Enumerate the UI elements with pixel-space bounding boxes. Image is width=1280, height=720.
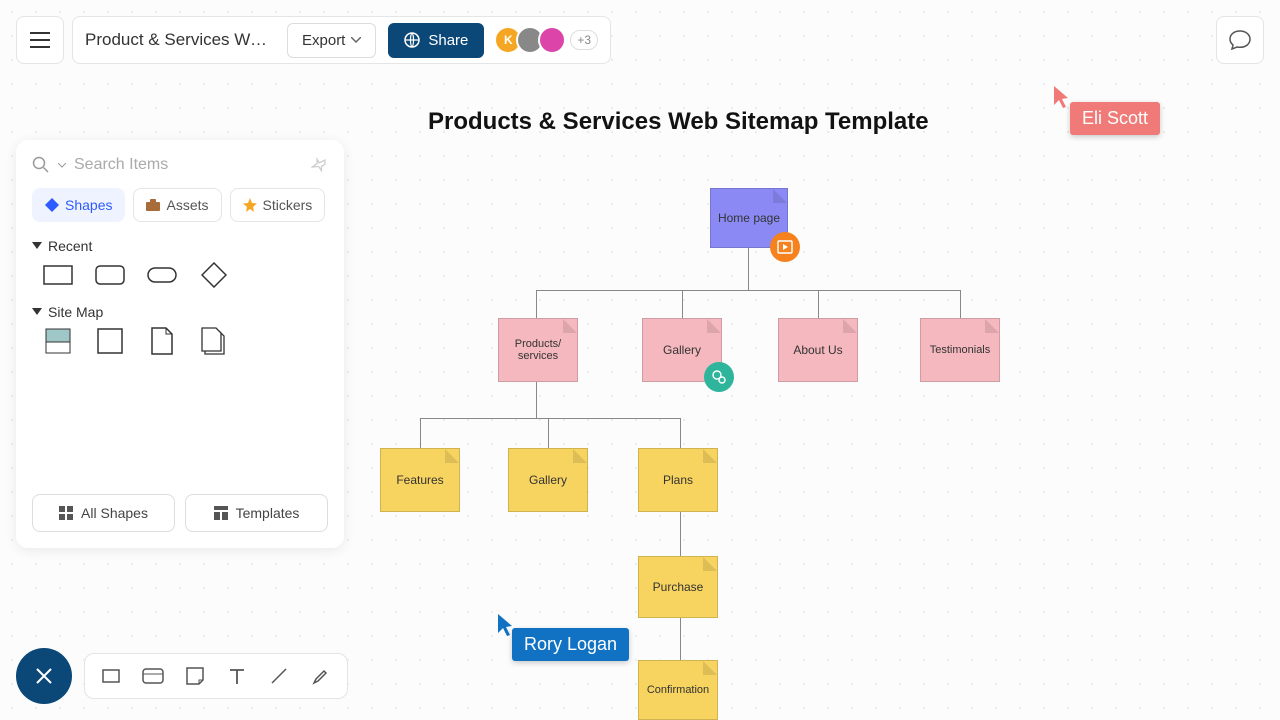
tab-stickers[interactable]: Stickers <box>230 188 326 222</box>
connector <box>818 290 819 318</box>
document-bar: Product & Services Web… Export Share K +… <box>72 16 611 64</box>
shape-pill[interactable] <box>144 262 180 288</box>
shape-page-filled[interactable] <box>40 328 76 354</box>
shape-rectangle[interactable] <box>40 262 76 288</box>
gear-badge-icon[interactable] <box>704 362 734 392</box>
connector <box>682 290 683 318</box>
export-button[interactable]: Export <box>287 23 376 58</box>
globe-icon <box>404 32 420 48</box>
grid-icon <box>59 506 73 520</box>
group-sitemap[interactable]: Site Map <box>32 304 328 320</box>
connector <box>536 290 537 318</box>
all-shapes-button[interactable]: All Shapes <box>32 494 175 532</box>
node-about[interactable]: About Us <box>778 318 858 382</box>
connector <box>680 418 681 448</box>
hamburger-icon <box>30 32 50 48</box>
tool-rectangle[interactable] <box>97 662 125 690</box>
connector <box>536 382 537 418</box>
caret-down-icon <box>32 242 42 250</box>
chat-icon <box>1229 30 1251 50</box>
shape-diamond[interactable] <box>196 262 232 288</box>
search-dropdown-icon[interactable] <box>58 163 66 168</box>
node-products[interactable]: Products/ services <box>498 318 578 382</box>
share-label: Share <box>428 32 468 49</box>
canvas-title: Products & Services Web Sitemap Template <box>428 108 929 136</box>
diamond-icon <box>45 198 59 212</box>
connector <box>680 512 681 558</box>
pin-icon[interactable] <box>309 154 332 177</box>
layout-icon <box>214 506 228 520</box>
chevron-down-icon <box>351 37 361 43</box>
tool-highlighter[interactable] <box>307 662 335 690</box>
shapes-panel: Shapes Assets Stickers Recent Site Map A… <box>16 140 344 548</box>
drawing-toolbar <box>84 653 348 699</box>
node-confirmation[interactable]: Confirmation <box>638 660 718 720</box>
node-features[interactable]: Features <box>380 448 460 512</box>
collaborator-tag-eli: Eli Scott <box>1070 102 1160 135</box>
search-icon <box>32 156 50 174</box>
connector <box>536 290 961 291</box>
more-avatars-count[interactable]: +3 <box>570 30 598 50</box>
collaborator-avatars: K +3 <box>500 26 598 54</box>
connector <box>420 418 680 419</box>
tab-shapes[interactable]: Shapes <box>32 188 125 222</box>
tool-card[interactable] <box>139 662 167 690</box>
connector <box>548 418 549 448</box>
connector <box>680 618 681 660</box>
shape-document[interactable] <box>144 328 180 354</box>
close-panel-button[interactable] <box>16 648 72 704</box>
tool-text[interactable] <box>223 662 251 690</box>
avatar[interactable] <box>538 26 566 54</box>
comments-button[interactable] <box>1216 16 1264 64</box>
search-input[interactable] <box>74 156 304 174</box>
connector <box>960 290 961 318</box>
tool-line[interactable] <box>265 662 293 690</box>
tool-sticky[interactable] <box>181 662 209 690</box>
video-badge-icon[interactable] <box>770 232 800 262</box>
connector <box>748 248 749 290</box>
node-testimonials[interactable]: Testimonials <box>920 318 1000 382</box>
node-plans[interactable]: Plans <box>638 448 718 512</box>
export-label: Export <box>302 32 345 49</box>
templates-button[interactable]: Templates <box>185 494 328 532</box>
shape-rounded-rect[interactable] <box>92 262 128 288</box>
shape-documents[interactable] <box>196 328 232 354</box>
share-button[interactable]: Share <box>388 23 484 58</box>
star-icon <box>243 198 257 212</box>
connector <box>420 418 421 448</box>
document-title[interactable]: Product & Services Web… <box>85 30 275 50</box>
group-recent[interactable]: Recent <box>32 238 328 254</box>
close-icon <box>35 667 53 685</box>
node-purchase[interactable]: Purchase <box>638 556 718 618</box>
caret-down-icon <box>32 308 42 316</box>
tab-assets[interactable]: Assets <box>133 188 221 222</box>
briefcase-icon <box>146 199 160 211</box>
shape-square[interactable] <box>92 328 128 354</box>
collaborator-tag-rory: Rory Logan <box>512 628 629 661</box>
node-gallery2[interactable]: Gallery <box>508 448 588 512</box>
menu-button[interactable] <box>16 16 64 64</box>
